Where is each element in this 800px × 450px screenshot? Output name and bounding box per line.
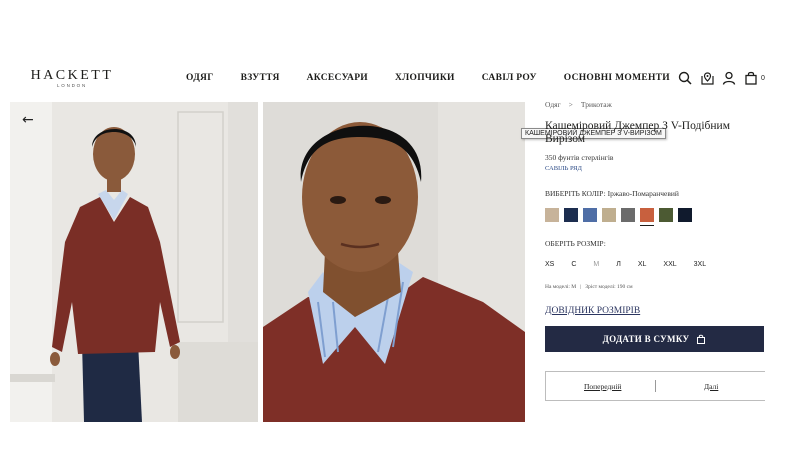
store-locator-icon[interactable] [699, 70, 715, 86]
search-icon[interactable] [677, 70, 693, 86]
color-swatch[interactable] [602, 208, 616, 222]
breadcrumb: Одяг > Трикотаж [545, 100, 770, 109]
account-icon[interactable] [721, 70, 737, 86]
nav-item-boys[interactable]: ХЛОПЧИКИ [395, 73, 455, 83]
nav-item-clothing[interactable]: ОДЯГ [186, 73, 214, 83]
next-product-link[interactable]: Далі [704, 382, 718, 391]
main-nav: ОДЯГ ВЗУТТЯ АКСЕСУАРИ ХЛОПЧИКИ САВІЛ РОУ… [186, 73, 697, 83]
color-swatch[interactable] [640, 208, 654, 226]
product-title: Кашеміровий Джемпер З V-Подібним Вирізом [545, 120, 730, 145]
color-swatch[interactable] [659, 208, 673, 222]
nav-item-footwear[interactable]: ВЗУТТЯ [241, 73, 280, 83]
model-height: Зріст моделі: 190 см [585, 284, 633, 290]
size-option-xl[interactable]: XL [638, 261, 647, 268]
product-photo-closeup[interactable] [263, 102, 525, 422]
nav-item-savile-row[interactable]: САВІЛ РОУ [482, 73, 537, 83]
color-swatches [545, 208, 770, 226]
color-swatch[interactable] [621, 208, 635, 222]
brand-logo[interactable]: HACKETT LONDON [28, 68, 116, 89]
bag-icon [697, 334, 706, 344]
size-label: ОБЕРІТЬ РОЗМІР: [545, 239, 606, 248]
collection-tag[interactable]: САВІЛЬ РЯД [545, 165, 770, 172]
brand-sub: LONDON [56, 83, 88, 88]
back-arrow-icon[interactable]: ← [22, 112, 34, 128]
bag-icon[interactable] [743, 70, 759, 86]
pager-divider [655, 380, 656, 392]
size-option-m[interactable]: М [593, 261, 599, 268]
product-gallery: ← [10, 102, 525, 422]
add-to-bag-button[interactable]: ДОДАТИ В СУМКУ [545, 326, 764, 352]
product-pager: Попередній Далі [545, 371, 765, 401]
model-info: На моделі: М | Зріст моделі: 190 см [545, 284, 770, 290]
previous-product-link[interactable]: Попередній [584, 382, 621, 391]
size-option-xs[interactable]: XS [545, 261, 554, 268]
color-swatch[interactable] [678, 208, 692, 222]
size-options: XS С М Л XL XXL 3XL [545, 261, 770, 268]
model-info-divider: | [580, 284, 582, 290]
breadcrumb-clothing[interactable]: Одяг [545, 100, 561, 109]
breadcrumb-separator: > [568, 100, 573, 109]
size-option-xxl[interactable]: XXL [663, 261, 676, 268]
color-label: ВИБЕРІТЬ КОЛІР: Іржаво-Помаранчевий [545, 189, 679, 198]
product-info: Одяг > Трикотаж Кашеміровий Джемпер З V-… [545, 100, 770, 401]
size-option-s[interactable]: С [571, 261, 576, 268]
color-swatch[interactable] [564, 208, 578, 222]
nav-item-accessories[interactable]: АКСЕСУАРИ [307, 73, 368, 83]
bag-count: 0 [761, 74, 765, 82]
size-option-l[interactable]: Л [616, 261, 621, 268]
size-option-3xl[interactable]: 3XL [694, 261, 706, 268]
nav-item-highlights[interactable]: ОСНОВНІ МОМЕНТИ [564, 73, 670, 83]
product-photo-full[interactable]: ← [10, 102, 258, 422]
header-icons: 0 [677, 70, 765, 86]
model-size: На моделі: М [545, 284, 577, 290]
size-guide-link[interactable]: ДОВІДНИК РОЗМІРІВ [545, 306, 770, 316]
color-swatch[interactable] [545, 208, 559, 222]
product-price: 350 фунтів стерлінгів [545, 153, 614, 162]
color-swatch[interactable] [583, 208, 597, 222]
breadcrumb-knitwear[interactable]: Трикотаж [581, 100, 612, 109]
site-header: HACKETT LONDON ОДЯГ ВЗУТТЯ АКСЕСУАРИ ХЛО… [0, 60, 800, 100]
brand-name: HACKETT [30, 68, 114, 83]
add-to-bag-label: ДОДАТИ В СУМКУ [602, 334, 690, 344]
